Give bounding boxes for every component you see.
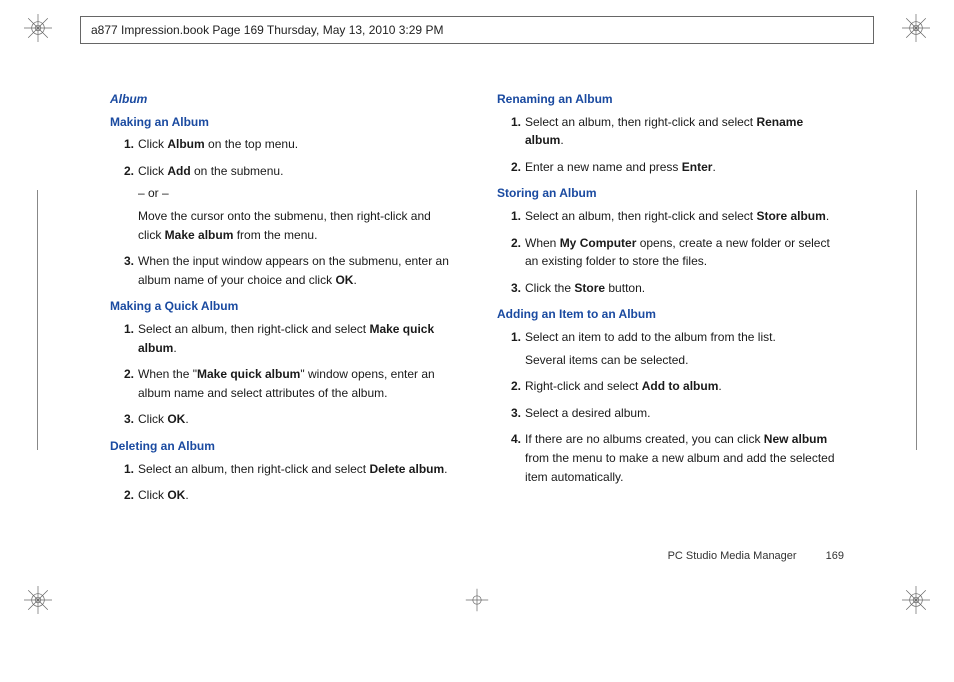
step: 2. Click OK. — [138, 486, 457, 505]
step: 1. Select an album, then right-click and… — [138, 460, 457, 479]
steps-renaming-album: 1. Select an album, then right-click and… — [497, 113, 844, 177]
registration-mark-icon — [24, 14, 52, 42]
step-text: Select an album, then right-click and se… — [138, 462, 448, 476]
heading-deleting-album: Deleting an Album — [110, 437, 457, 456]
heading-album: Album — [110, 90, 457, 109]
step-number: 2. — [497, 234, 521, 253]
step: 2. When the "Make quick album" window op… — [138, 365, 457, 402]
step-number: 2. — [497, 377, 521, 396]
step-text: Click Album on the top menu. — [138, 137, 298, 151]
step: 1. Select an album, then right-click and… — [525, 113, 844, 150]
step: 3. When the input window appears on the … — [138, 252, 457, 289]
heading-adding-item: Adding an Item to an Album — [497, 305, 844, 324]
step-text: When the "Make quick album" window opens… — [138, 367, 435, 400]
step-text: When My Computer opens, create a new fol… — [525, 236, 830, 269]
crop-mark-icon — [463, 586, 491, 614]
step-text: Click Add on the submenu. — [138, 164, 283, 178]
right-column: Renaming an Album 1. Select an album, th… — [497, 90, 844, 542]
step-number: 3. — [497, 279, 521, 298]
step: 2. When My Computer opens, create a new … — [525, 234, 844, 271]
page-number: 169 — [826, 550, 844, 562]
steps-quick-album: 1. Select an album, then right-click and… — [110, 320, 457, 429]
step-number: 1. — [110, 320, 134, 339]
step-note: Several items can be selected. — [525, 351, 844, 370]
step-text: Select an album, then right-click and se… — [525, 115, 803, 148]
step-or: – or – — [138, 184, 457, 203]
step-text: Select an item to add to the album from … — [525, 330, 776, 344]
header-text: a877 Impression.book Page 169 Thursday, … — [91, 23, 443, 37]
step-text: Click the Store button. — [525, 281, 645, 295]
step: 2. Click Add on the submenu. – or – Move… — [138, 162, 457, 244]
step-text: Select a desired album. — [525, 406, 650, 420]
steps-adding-item: 1. Select an item to add to the album fr… — [497, 328, 844, 486]
step-number: 2. — [110, 162, 134, 181]
step-text: Right-click and select Add to album. — [525, 379, 722, 393]
step-number: 1. — [497, 207, 521, 226]
registration-mark-icon — [902, 14, 930, 42]
page-content: Album Making an Album 1. Click Album on … — [110, 90, 844, 542]
step-number: 3. — [497, 404, 521, 423]
step-number: 1. — [110, 135, 134, 154]
step-text: Enter a new name and press Enter. — [525, 160, 716, 174]
steps-storing-album: 1. Select an album, then right-click and… — [497, 207, 844, 297]
step-alt: Move the cursor onto the submenu, then r… — [138, 207, 457, 244]
step-number: 3. — [110, 410, 134, 429]
step: 4. If there are no albums created, you c… — [525, 430, 844, 486]
page-header: a877 Impression.book Page 169 Thursday, … — [80, 16, 874, 44]
step: 2. Enter a new name and press Enter. — [525, 158, 844, 177]
step-number: 2. — [110, 486, 134, 505]
step: 3. Click the Store button. — [525, 279, 844, 298]
step-text: Select an album, then right-click and se… — [138, 322, 434, 355]
step: 1. Click Album on the top menu. — [138, 135, 457, 154]
registration-mark-icon — [902, 586, 930, 614]
step: 1. Select an album, then right-click and… — [525, 207, 844, 226]
step-number: 3. — [110, 252, 134, 271]
crop-line — [37, 190, 38, 450]
step-text: Click OK. — [138, 412, 189, 426]
page-footer: PC Studio Media Manager 169 — [668, 550, 844, 562]
step-number: 1. — [110, 460, 134, 479]
heading-making-album: Making an Album — [110, 113, 457, 132]
step-number: 2. — [110, 365, 134, 384]
step: 2. Right-click and select Add to album. — [525, 377, 844, 396]
step-text: Select an album, then right-click and se… — [525, 209, 829, 223]
step-number: 1. — [497, 328, 521, 347]
step-text: If there are no albums created, you can … — [525, 432, 835, 483]
step-number: 4. — [497, 430, 521, 449]
step: 1. Select an item to add to the album fr… — [525, 328, 844, 369]
registration-mark-icon — [24, 586, 52, 614]
step-number: 2. — [497, 158, 521, 177]
left-column: Album Making an Album 1. Click Album on … — [110, 90, 457, 542]
step-number: 1. — [497, 113, 521, 132]
steps-deleting-album: 1. Select an album, then right-click and… — [110, 460, 457, 505]
heading-storing-album: Storing an Album — [497, 184, 844, 203]
heading-renaming-album: Renaming an Album — [497, 90, 844, 109]
step: 1. Select an album, then right-click and… — [138, 320, 457, 357]
crop-line — [916, 190, 917, 450]
step: 3. Select a desired album. — [525, 404, 844, 423]
footer-label: PC Studio Media Manager — [668, 550, 797, 562]
heading-quick-album: Making a Quick Album — [110, 297, 457, 316]
step-text: When the input window appears on the sub… — [138, 254, 449, 287]
step: 3. Click OK. — [138, 410, 457, 429]
steps-making-album: 1. Click Album on the top menu. 2. Click… — [110, 135, 457, 289]
step-text: Click OK. — [138, 488, 189, 502]
